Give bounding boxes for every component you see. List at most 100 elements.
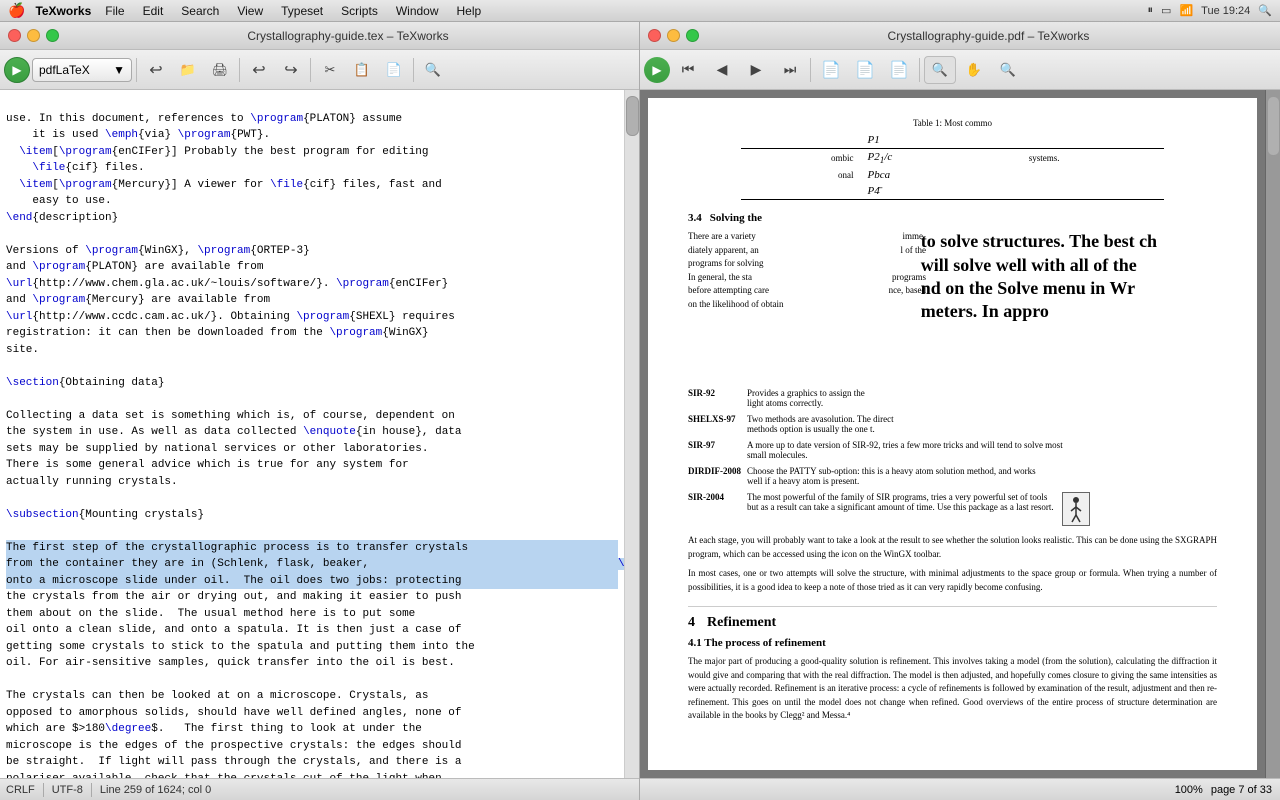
- menubar-right: ⏸ ▭ 📶 Tue 19:24 🔍: [1148, 4, 1272, 17]
- shelxs97-label: SHELXS-97: [688, 414, 743, 434]
- cut-button[interactable]: ✂: [315, 56, 345, 84]
- table-cell: [1023, 167, 1164, 183]
- pdf-run-button[interactable]: ▶: [644, 57, 670, 83]
- pdf-zoom: 100%: [1175, 784, 1203, 796]
- editor-text[interactable]: use. In this document, references to \pr…: [0, 90, 624, 778]
- para2: In most cases, one or two attempts will …: [688, 567, 1217, 594]
- pdf-synctex-btn[interactable]: 🔍: [992, 56, 1024, 84]
- redo-button[interactable]: ↪: [276, 56, 306, 84]
- copy-button[interactable]: 📋: [347, 56, 377, 84]
- pdf-page-content[interactable]: Table 1: Most commo P1 ombic P: [648, 98, 1257, 770]
- shelxs97-text: Two methods are avasolution. The directm…: [747, 414, 894, 434]
- menu-help[interactable]: Help: [449, 4, 490, 18]
- line-ending: CRLF: [6, 784, 35, 796]
- sir92-entry: SIR-92 Provides a graphics to assign the…: [688, 388, 1217, 408]
- editor-area: use. In this document, references to \pr…: [0, 90, 639, 778]
- sir2004-entry: SIR-2004 The most powerful of the family…: [688, 492, 1217, 526]
- menu-edit[interactable]: Edit: [135, 4, 172, 18]
- section-34-header: 3.4 Solving the: [688, 212, 1217, 224]
- pdf-page-info: page 7 of 33: [1211, 784, 1272, 796]
- section-34-label: 3.4: [688, 212, 702, 224]
- pdf-page: Table 1: Most commo P1 ombic P: [648, 98, 1257, 770]
- toolbar-sep-2: [239, 58, 240, 82]
- pdf-first-btn[interactable]: ⏮: [672, 56, 704, 84]
- pdf-page3-btn[interactable]: 📄: [883, 56, 915, 84]
- paste-button[interactable]: 📄: [379, 56, 409, 84]
- print-button[interactable]: 🖨: [205, 56, 235, 84]
- table-cell: [983, 183, 1023, 199]
- pdf-titlebar: Crystallography-guide.pdf – TeXworks: [640, 22, 1280, 50]
- fullscreen-button[interactable]: [46, 29, 59, 42]
- pdf-prev-btn[interactable]: ◀: [706, 56, 738, 84]
- clock: Tue 19:24: [1201, 5, 1250, 17]
- menu-window[interactable]: Window: [388, 4, 447, 18]
- apple-menu[interactable]: 🍎: [8, 2, 25, 19]
- table-caption: Table 1: Most commo: [688, 118, 1217, 128]
- pdf-status-bar: 100% page 7 of 33: [640, 778, 1280, 800]
- status-sep-2: [91, 783, 92, 797]
- charset: UTF-8: [52, 784, 83, 796]
- menu-search[interactable]: Search: [173, 4, 227, 18]
- search-icon[interactable]: 🔍: [1258, 4, 1272, 17]
- undo2-button[interactable]: ↩: [244, 56, 274, 84]
- menu-view[interactable]: View: [229, 4, 271, 18]
- pdf-close-button[interactable]: [648, 29, 661, 42]
- sir2004-label: SIR-2004: [688, 492, 743, 526]
- section-41-title: 4.1 The process of refinement: [688, 637, 1217, 649]
- toolbar-sep-3: [310, 58, 311, 82]
- para1: At each stage, you will probably want to…: [688, 534, 1217, 561]
- menu-typeset[interactable]: Typeset: [273, 4, 331, 18]
- editor-scrollbar[interactable]: [624, 90, 639, 778]
- close-button[interactable]: [8, 29, 21, 42]
- search-button[interactable]: 🔍: [418, 56, 448, 84]
- table-cell: [741, 183, 862, 199]
- table-cell-p21c: P21/c: [862, 149, 984, 168]
- sir92-label: SIR-92: [688, 388, 743, 408]
- editor-titlebar: Crystallography-guide.tex – TeXworks: [0, 22, 639, 50]
- table-cell: [983, 167, 1023, 183]
- pdf-page1-btn[interactable]: 📄: [815, 56, 847, 84]
- sir97-text: A more up to date version of SIR-92, tri…: [747, 440, 1063, 460]
- engine-dropdown[interactable]: pdfLaTeX ▼: [32, 58, 132, 82]
- menu-scripts[interactable]: Scripts: [333, 4, 386, 18]
- app-name[interactable]: TeXworks: [35, 4, 91, 18]
- table-cell: [983, 149, 1023, 168]
- table-cell-p1: P1: [862, 132, 984, 149]
- pdf-panel: Crystallography-guide.pdf – TeXworks ▶ ⏮…: [640, 22, 1280, 800]
- sir2004-text: The most powerful of the family of SIR p…: [747, 492, 1054, 512]
- pdf-area: Table 1: Most commo P1 ombic P: [640, 90, 1280, 778]
- scrollbar-thumb[interactable]: [626, 96, 639, 136]
- pdf-title: Crystallography-guide.pdf – TeXworks: [705, 29, 1272, 43]
- sir92-text: Provides a graphics to assign thelight a…: [747, 388, 865, 408]
- pdf-page2-btn[interactable]: 📄: [849, 56, 881, 84]
- pdf-fullscreen-button[interactable]: [686, 29, 699, 42]
- pdf-last-btn[interactable]: ⏭: [774, 56, 806, 84]
- undo-button[interactable]: ↩: [141, 56, 171, 84]
- shelxs97-entry: SHELXS-97 Two methods are avasolution. T…: [688, 414, 1217, 434]
- pdf-scrollbar-thumb[interactable]: [1267, 96, 1280, 156]
- pdf-minimize-button[interactable]: [667, 29, 680, 42]
- pdf-hand-btn[interactable]: ✋: [958, 56, 990, 84]
- status-sep-1: [43, 783, 44, 797]
- table-cell-onal: onal: [741, 167, 862, 183]
- minimize-button[interactable]: [27, 29, 40, 42]
- battery-icon: ▭: [1161, 4, 1171, 17]
- sir2004-content: The most powerful of the family of SIR p…: [747, 492, 1090, 526]
- table-row: P4̄: [741, 183, 1164, 199]
- pdf-next-btn[interactable]: ▶: [740, 56, 772, 84]
- pdf-toolbar: ▶ ⏮ ◀ ▶ ⏭ 📄 📄 📄 🔍 ✋ 🔍: [640, 50, 1280, 90]
- editor-toolbar: ▶ pdfLaTeX ▼ ↩ 📁 🖨 ↩ ↪ ✂ 📋 📄 🔍: [0, 50, 639, 90]
- table-cell: [1023, 183, 1164, 199]
- table-cell-systems: systems.: [1023, 149, 1164, 168]
- pdf-scrollbar[interactable]: [1265, 90, 1280, 778]
- dirdif2008-text: Choose the PATTY sub-option: this is a h…: [747, 466, 1036, 486]
- menu-file[interactable]: File: [97, 4, 132, 18]
- section-body-text: There are a variety imme- diately appare…: [688, 230, 926, 311]
- table-row: onal Pbca: [741, 167, 1164, 183]
- open-button[interactable]: 📁: [173, 56, 203, 84]
- solving-section: There are a variety imme- diately appare…: [688, 230, 1217, 380]
- run-button[interactable]: ▶: [4, 57, 30, 83]
- dirdif2008-label: DIRDIF-2008: [688, 466, 743, 486]
- pdf-zoom-btn[interactable]: 🔍: [924, 56, 956, 84]
- pause-icon: ⏸: [1148, 4, 1154, 17]
